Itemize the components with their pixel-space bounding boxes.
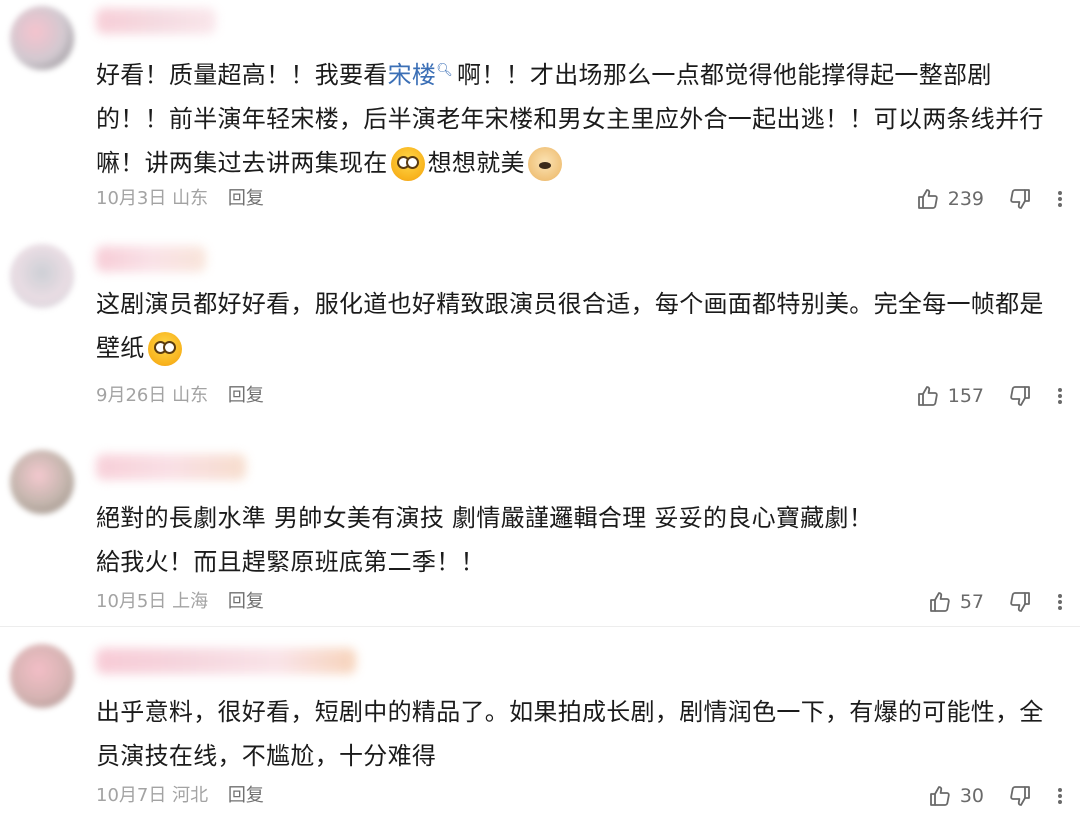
dislike-button[interactable] — [1008, 187, 1032, 211]
comment-meta: 10月5日 上海 回复 — [96, 589, 264, 615]
comment-text: 好看！质量超高！！我要看宋楼🔍︎ 啊！！才出场那么一点都觉得他能撑得起一整部剧的！… — [96, 49, 1056, 185]
thumbs-down-icon — [1010, 386, 1030, 406]
thumbs-up-icon — [917, 189, 938, 209]
thumbs-down-icon — [1010, 592, 1030, 612]
comment-meta: 9月26日 山东 回复 — [96, 383, 264, 409]
comment-date: 10月3日 — [96, 188, 167, 209]
like-count: 157 — [947, 385, 984, 407]
like-count: 30 — [959, 785, 984, 807]
reply-button[interactable]: 回复 — [228, 591, 264, 612]
comment-actions: 157 — [916, 381, 1062, 411]
comment-text-part: 出乎意料，很好看，短剧中的精品了。如果拍成长剧，剧情润色一下，有爆的可能性，全员… — [96, 698, 1044, 770]
more-vertical-icon[interactable] — [1058, 788, 1062, 804]
avatar[interactable] — [10, 450, 74, 514]
comment-text-line: 給我火！而且趕緊原班底第二季！！ — [96, 548, 485, 576]
comment-item: 这剧演员都好好看，服化道也好精致跟演员很合适，每个画面都特别美。完全每一帧都是壁… — [0, 222, 1080, 422]
reply-button[interactable]: 回复 — [228, 188, 264, 209]
comment-actions: 239 — [916, 184, 1062, 214]
search-icon[interactable]: 🔍︎ — [436, 49, 453, 93]
comment-text-part: 想想就美 — [427, 149, 525, 177]
reply-button[interactable]: 回复 — [228, 785, 264, 806]
thumbs-down-icon — [1010, 189, 1030, 209]
like-button[interactable]: 57 — [928, 590, 984, 614]
wow-face-emoji-icon — [390, 147, 425, 181]
like-button[interactable]: 239 — [916, 187, 984, 211]
comment-text-line: 絕對的長劇水準 男帥女美有演技 劇情嚴謹邏輯合理 妥妥的良心寶藏劇！ — [96, 504, 874, 532]
wow-face-emoji-icon — [147, 332, 182, 366]
comment-text: 出乎意料，很好看，短剧中的精品了。如果拍成长剧，剧情润色一下，有爆的可能性，全员… — [96, 690, 1056, 778]
comment-location: 山东 — [172, 188, 209, 209]
more-vertical-icon[interactable] — [1058, 191, 1062, 207]
comment-item: 出乎意料，很好看，短剧中的精品了。如果拍成长剧，剧情润色一下，有爆的可能性，全员… — [0, 628, 1080, 828]
comment-text-part: 好看！质量超高！！我要看 — [96, 61, 388, 89]
comment-location: 上海 — [172, 591, 209, 612]
like-button[interactable]: 157 — [916, 384, 984, 408]
dislike-button[interactable] — [1008, 784, 1032, 808]
username[interactable] — [96, 648, 356, 674]
avatar[interactable] — [10, 244, 74, 308]
like-button[interactable]: 30 — [928, 784, 984, 808]
thumbs-up-icon — [929, 592, 950, 612]
more-vertical-icon[interactable] — [1058, 594, 1062, 610]
thumbs-up-icon — [917, 386, 938, 406]
avatar[interactable] — [10, 644, 74, 708]
like-count: 239 — [947, 188, 984, 210]
comment-text: 这剧演员都好好看，服化道也好精致跟演员很合适，每个画面都特别美。完全每一帧都是壁… — [96, 282, 1056, 370]
comment-item: 絕對的長劇水準 男帥女美有演技 劇情嚴謹邏輯合理 妥妥的良心寶藏劇！ 給我火！而… — [0, 438, 1080, 628]
comment-text-part: 这剧演员都好好看，服化道也好精致跟演员很合适，每个画面都特别美。完全每一帧都是壁… — [96, 290, 1044, 362]
comment-meta: 10月7日 河北 回复 — [96, 783, 264, 809]
more-vertical-icon[interactable] — [1058, 388, 1062, 404]
comment-actions: 30 — [928, 781, 1062, 811]
comment-actions: 57 — [928, 587, 1062, 617]
avatar[interactable] — [10, 6, 74, 70]
thumbs-up-icon — [929, 786, 950, 806]
dislike-button[interactable] — [1008, 384, 1032, 408]
comment-date: 9月26日 — [96, 385, 167, 406]
doge-emoji-icon — [527, 147, 562, 181]
dislike-button[interactable] — [1008, 590, 1032, 614]
username[interactable] — [96, 246, 206, 272]
reply-button[interactable]: 回复 — [228, 385, 264, 406]
divider — [0, 626, 1080, 627]
username[interactable] — [96, 454, 246, 480]
username[interactable] — [96, 8, 216, 34]
comment-date: 10月7日 — [96, 785, 167, 806]
like-count: 57 — [959, 591, 984, 613]
topic-link[interactable]: 宋楼 — [388, 61, 437, 89]
comment-location: 山东 — [172, 385, 209, 406]
comment-text: 絕對的長劇水準 男帥女美有演技 劇情嚴謹邏輯合理 妥妥的良心寶藏劇！ 給我火！而… — [96, 496, 1056, 584]
comment-date: 10月5日 — [96, 591, 167, 612]
comment-location: 河北 — [172, 785, 209, 806]
comment-item: 好看！质量超高！！我要看宋楼🔍︎ 啊！！才出场那么一点都觉得他能撑得起一整部剧的！… — [0, 0, 1080, 220]
thumbs-down-icon — [1010, 786, 1030, 806]
comment-meta: 10月3日 山东 回复 — [96, 186, 264, 212]
